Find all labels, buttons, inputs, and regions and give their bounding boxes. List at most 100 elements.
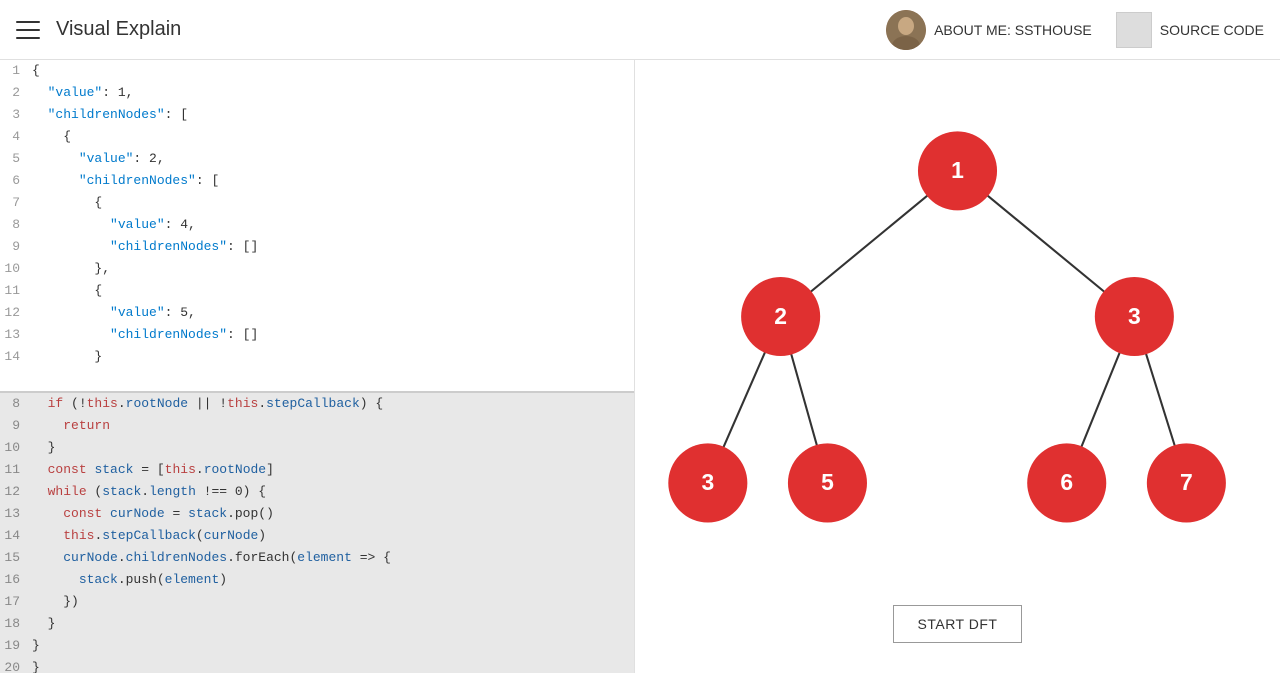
line-content: curNode.childrenNodes.forEach(element =>… xyxy=(32,547,634,569)
line-number: 2 xyxy=(0,82,32,104)
line-number: 1 xyxy=(0,60,32,82)
tree-node: 1 xyxy=(918,131,997,210)
line-number: 10 xyxy=(0,258,32,280)
source-thumb xyxy=(1116,12,1152,48)
line-number: 4 xyxy=(0,126,32,148)
line-number: 17 xyxy=(0,591,32,613)
line-content: this.stepCallback(curNode) xyxy=(32,525,634,547)
line-number: 14 xyxy=(0,346,32,368)
menu-icon[interactable] xyxy=(16,21,40,39)
line-content: "value": 4, xyxy=(32,214,634,236)
line-content: const curNode = stack.pop() xyxy=(32,503,634,525)
line-content: const stack = [this.rootNode] xyxy=(32,459,634,481)
header: Visual Explain ABOUT ME: SSTHOUSE SOURCE… xyxy=(0,0,1280,60)
tree-node: 6 xyxy=(1027,443,1106,522)
line-content: } xyxy=(32,657,634,673)
line-number: 12 xyxy=(0,302,32,324)
line-content: "value": 1, xyxy=(32,82,634,104)
line-number: 8 xyxy=(0,214,32,236)
code-line: 6 "childrenNodes": [ xyxy=(0,170,634,192)
line-number: 10 xyxy=(0,437,32,459)
tree-node: 2 xyxy=(741,277,820,356)
header-nav: ABOUT ME: SSTHOUSE SOURCE CODE xyxy=(886,10,1264,50)
line-content: } xyxy=(32,613,634,635)
line-number: 12 xyxy=(0,481,32,503)
code-line: 12 while (stack.length !== 0) { xyxy=(0,481,634,503)
code-line: 13 const curNode = stack.pop() xyxy=(0,503,634,525)
code-line: 12 "value": 5, xyxy=(0,302,634,324)
line-content: "childrenNodes": [] xyxy=(32,324,634,346)
line-content: "childrenNodes": [ xyxy=(32,170,634,192)
code-line: 11 { xyxy=(0,280,634,302)
line-content: { xyxy=(32,126,634,148)
line-content: { xyxy=(32,280,634,302)
algorithm-code-section: 8 if (!this.rootNode || !this.stepCallba… xyxy=(0,393,634,673)
code-line: 14 this.stepCallback(curNode) xyxy=(0,525,634,547)
code-line: 13 "childrenNodes": [] xyxy=(0,324,634,346)
source-label: SOURCE CODE xyxy=(1160,22,1264,38)
code-line: 15 curNode.childrenNodes.forEach(element… xyxy=(0,547,634,569)
line-content: stack.push(element) xyxy=(32,569,634,591)
line-number: 9 xyxy=(0,415,32,437)
line-content: "childrenNodes": [ xyxy=(32,104,634,126)
line-number: 19 xyxy=(0,635,32,657)
code-line: 20} xyxy=(0,657,634,673)
start-dft-button[interactable]: START DFT xyxy=(893,605,1023,643)
line-content: { xyxy=(32,192,634,214)
left-panel: 1{2 "value": 1,3 "childrenNodes": [4 {5 … xyxy=(0,60,635,673)
right-panel: 1 2 3 3 5 6 7 START DFT xyxy=(635,60,1280,673)
line-number: 6 xyxy=(0,170,32,192)
code-line: 9 "childrenNodes": [] xyxy=(0,236,634,258)
code-line: 16 stack.push(element) xyxy=(0,569,634,591)
line-content: }, xyxy=(32,258,634,280)
code-line: 18 } xyxy=(0,613,634,635)
about-label: ABOUT ME: SSTHOUSE xyxy=(934,22,1092,38)
tree-visualization: 1 2 3 3 5 6 7 xyxy=(635,80,1280,605)
line-content: "value": 5, xyxy=(32,302,634,324)
line-number: 9 xyxy=(0,236,32,258)
json-code-section: 1{2 "value": 1,3 "childrenNodes": [4 {5 … xyxy=(0,60,634,393)
tree-node: 3 xyxy=(1095,277,1174,356)
line-number: 11 xyxy=(0,459,32,481)
line-content: "childrenNodes": [] xyxy=(32,236,634,258)
node-label: 6 xyxy=(1060,469,1073,495)
avatar xyxy=(886,10,926,50)
line-number: 20 xyxy=(0,657,32,673)
tree-node: 5 xyxy=(788,443,867,522)
node-label: 5 xyxy=(821,469,834,495)
code-line: 1{ xyxy=(0,60,634,82)
about-link[interactable]: ABOUT ME: SSTHOUSE xyxy=(886,10,1092,50)
line-number: 13 xyxy=(0,503,32,525)
line-number: 15 xyxy=(0,547,32,569)
code-line: 19} xyxy=(0,635,634,657)
line-content: } xyxy=(32,635,634,657)
line-number: 16 xyxy=(0,569,32,591)
app-title: Visual Explain xyxy=(56,18,886,41)
node-label: 2 xyxy=(774,303,787,329)
code-line: 4 { xyxy=(0,126,634,148)
line-content: while (stack.length !== 0) { xyxy=(32,481,634,503)
line-content: return xyxy=(32,415,634,437)
node-label: 7 xyxy=(1180,469,1193,495)
line-number: 7 xyxy=(0,192,32,214)
code-line: 7 { xyxy=(0,192,634,214)
line-number: 13 xyxy=(0,324,32,346)
source-code-link[interactable]: SOURCE CODE xyxy=(1116,12,1264,48)
code-line: 3 "childrenNodes": [ xyxy=(0,104,634,126)
code-line: 5 "value": 2, xyxy=(0,148,634,170)
line-content: { xyxy=(32,60,634,82)
line-content: "value": 2, xyxy=(32,148,634,170)
line-number: 8 xyxy=(0,393,32,415)
tree-node: 3 xyxy=(668,443,747,522)
node-label: 1 xyxy=(951,157,964,183)
line-number: 18 xyxy=(0,613,32,635)
tree-node: 7 xyxy=(1147,443,1226,522)
line-content: if (!this.rootNode || !this.stepCallback… xyxy=(32,393,634,415)
tree-svg: 1 2 3 3 5 6 7 xyxy=(635,80,1280,605)
node-label: 3 xyxy=(701,469,714,495)
code-line: 10 }, xyxy=(0,258,634,280)
code-line: 2 "value": 1, xyxy=(0,82,634,104)
node-label: 3 xyxy=(1128,303,1141,329)
line-number: 5 xyxy=(0,148,32,170)
code-line: 8 if (!this.rootNode || !this.stepCallba… xyxy=(0,393,634,415)
